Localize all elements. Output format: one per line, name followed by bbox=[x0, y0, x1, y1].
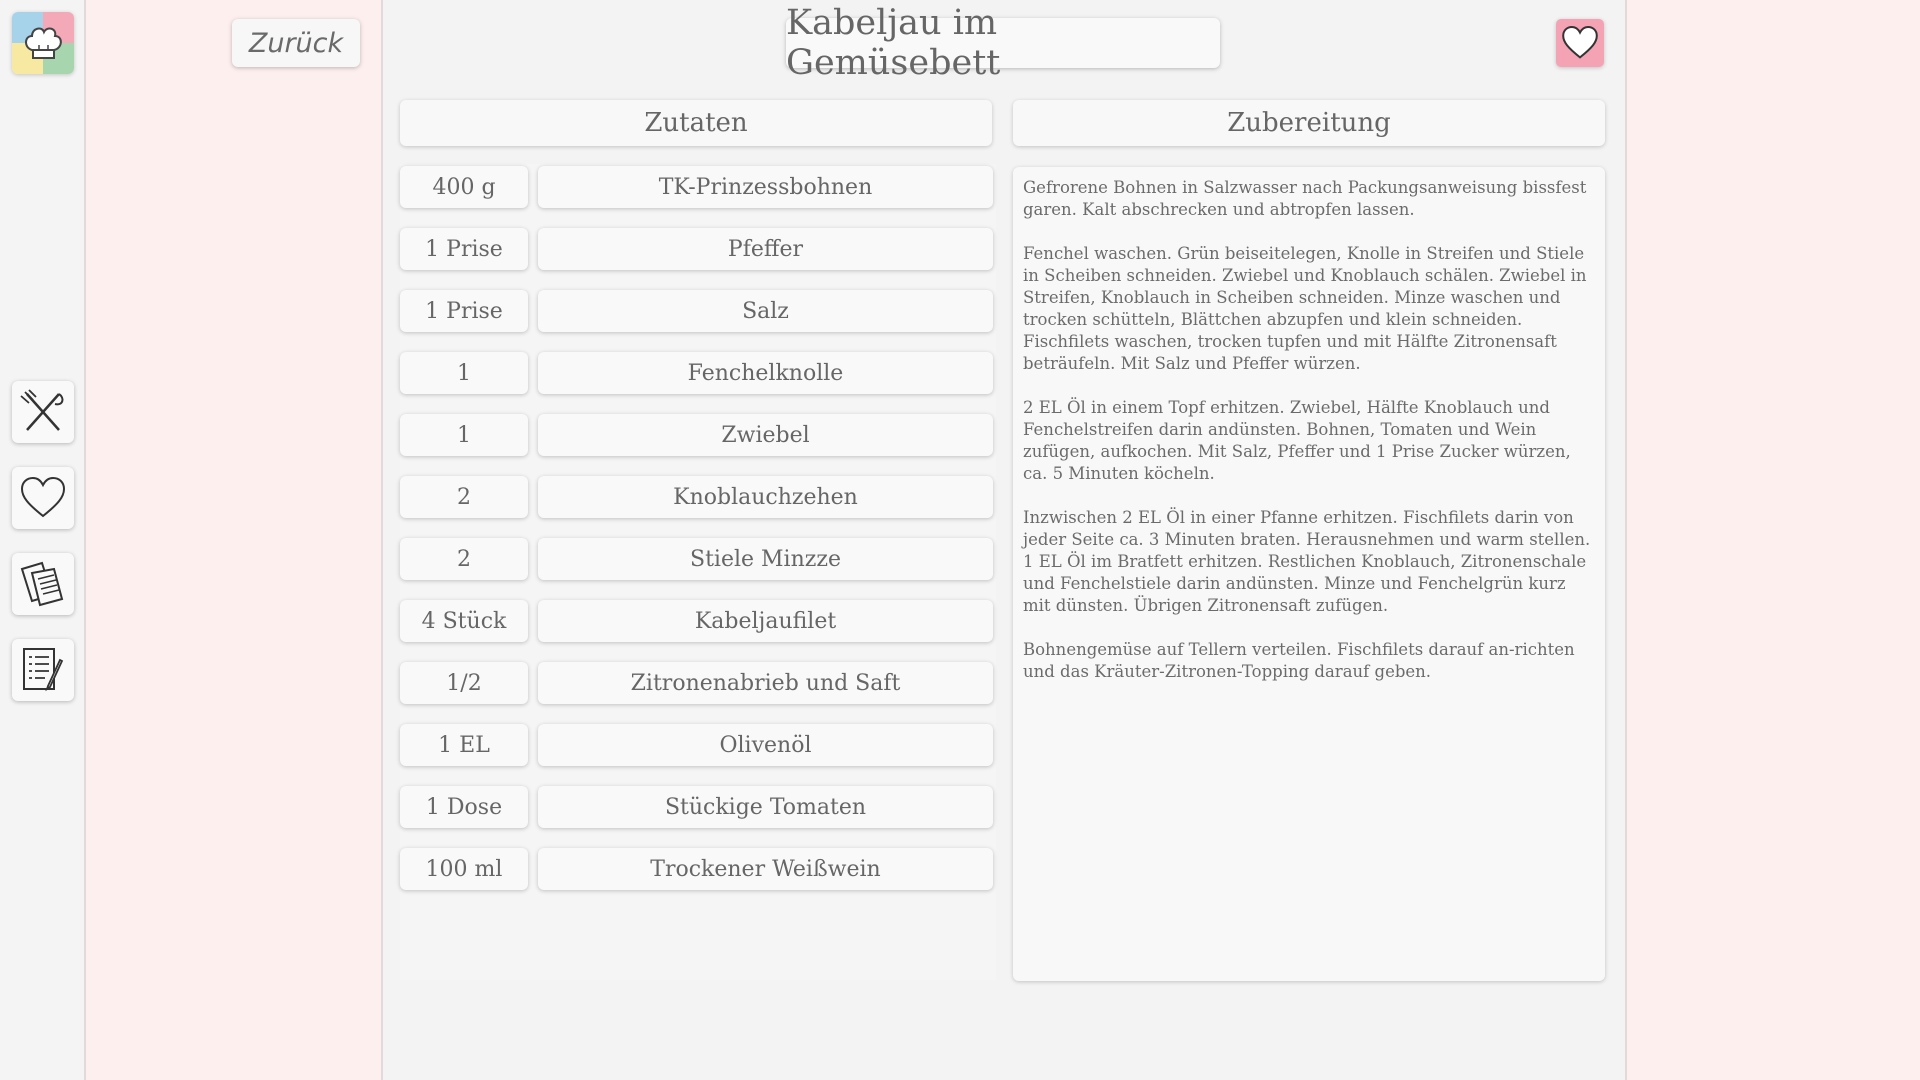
chef-hat-icon bbox=[25, 27, 62, 59]
ingredients-heading: Zutaten bbox=[400, 100, 992, 146]
favorite-button[interactable] bbox=[1556, 19, 1604, 67]
ingredient-name: Stiele Minzze bbox=[538, 538, 993, 580]
sidebar-item-recipes[interactable] bbox=[12, 381, 74, 443]
preparation-step: Fenchel waschen. Grün beiseitelegen, Kno… bbox=[1023, 244, 1587, 373]
ingredient-quantity: 1 EL bbox=[400, 724, 528, 766]
ingredient-name: Salz bbox=[538, 290, 993, 332]
fork-knife-icon bbox=[20, 389, 64, 431]
preparation-panel: Gefrorene Bohnen in Salzwasser nach Pack… bbox=[1013, 167, 1605, 981]
ingredient-name: Olivenöl bbox=[538, 724, 993, 766]
app-logo[interactable] bbox=[12, 12, 74, 74]
ingredient-quantity: 4 Stück bbox=[400, 600, 528, 642]
ingredient-quantity: 1 Prise bbox=[400, 228, 528, 270]
ingredient-row: 4 Stück Kabeljaufilet bbox=[400, 600, 996, 642]
ingredient-row: 100 ml Trockener Weißwein bbox=[400, 848, 996, 890]
sidebar-item-shopping-list[interactable] bbox=[12, 639, 74, 701]
ingredient-row: 400 g TK-Prinzessbohnen bbox=[400, 166, 996, 208]
ingredient-row: 1/2 Zitronenabrieb und Saft bbox=[400, 662, 996, 704]
documents-icon bbox=[20, 561, 64, 607]
preparation-heading: Zubereitung bbox=[1013, 100, 1605, 146]
sidebar-item-recipe-list[interactable] bbox=[12, 553, 74, 615]
ingredient-name: Stückige Tomaten bbox=[538, 786, 993, 828]
ingredient-name: Kabeljaufilet bbox=[538, 600, 993, 642]
ingredient-row: 1 Prise Pfeffer bbox=[400, 228, 996, 270]
ingredient-quantity: 1 bbox=[400, 414, 528, 456]
ingredient-name: Zwiebel bbox=[538, 414, 993, 456]
checklist-icon bbox=[23, 648, 64, 692]
ingredient-quantity: 100 ml bbox=[400, 848, 528, 890]
sidebar bbox=[0, 0, 86, 1080]
heart-icon bbox=[1562, 25, 1598, 59]
ingredient-row: 1 Fenchelknolle bbox=[400, 352, 996, 394]
preparation-step: Bohnengemüse auf Tellern verteilen. Fisc… bbox=[1023, 640, 1575, 681]
ingredient-row: 1 EL Olivenöl bbox=[400, 724, 996, 766]
preparation-step: 2 EL Öl in einem Topf erhitzen. Zwiebel,… bbox=[1023, 398, 1571, 483]
ingredient-quantity: 2 bbox=[400, 538, 528, 580]
sidebar-item-favorites[interactable] bbox=[12, 467, 74, 529]
ingredient-name: TK-Prinzessbohnen bbox=[538, 166, 993, 208]
ingredients-list: 400 g TK-Prinzessbohnen 1 Prise Pfeffer … bbox=[400, 164, 996, 980]
ingredient-quantity: 1 Prise bbox=[400, 290, 528, 332]
ingredient-quantity: 1/2 bbox=[400, 662, 528, 704]
ingredient-row: 1 Prise Salz bbox=[400, 290, 996, 332]
ingredient-row: 2 Knoblauchzehen bbox=[400, 476, 996, 518]
ingredient-row: 1 Zwiebel bbox=[400, 414, 996, 456]
ingredient-row: 1 Dose Stückige Tomaten bbox=[400, 786, 996, 828]
ingredient-quantity: 1 Dose bbox=[400, 786, 528, 828]
ingredient-name: Zitronenabrieb und Saft bbox=[538, 662, 993, 704]
recipe-title: Kabeljau im Gemüsebett bbox=[786, 3, 1220, 83]
ingredient-quantity: 2 bbox=[400, 476, 528, 518]
preparation-step: Inzwischen 2 EL Öl in einer Pfanne erhit… bbox=[1023, 508, 1591, 615]
preparation-text: Gefrorene Bohnen in Salzwasser nach Pack… bbox=[1013, 167, 1605, 715]
ingredient-quantity: 1 bbox=[400, 352, 528, 394]
heart-icon bbox=[20, 476, 66, 518]
ingredient-name: Fenchelknolle bbox=[538, 352, 993, 394]
ingredient-name: Pfeffer bbox=[538, 228, 993, 270]
ingredient-name: Knoblauchzehen bbox=[538, 476, 993, 518]
ingredient-quantity: 400 g bbox=[400, 166, 528, 208]
ingredient-row: 2 Stiele Minzze bbox=[400, 538, 996, 580]
preparation-step: Gefrorene Bohnen in Salzwasser nach Pack… bbox=[1023, 178, 1587, 219]
ingredient-name: Trockener Weißwein bbox=[538, 848, 993, 890]
back-button[interactable]: Zurück bbox=[232, 19, 360, 67]
